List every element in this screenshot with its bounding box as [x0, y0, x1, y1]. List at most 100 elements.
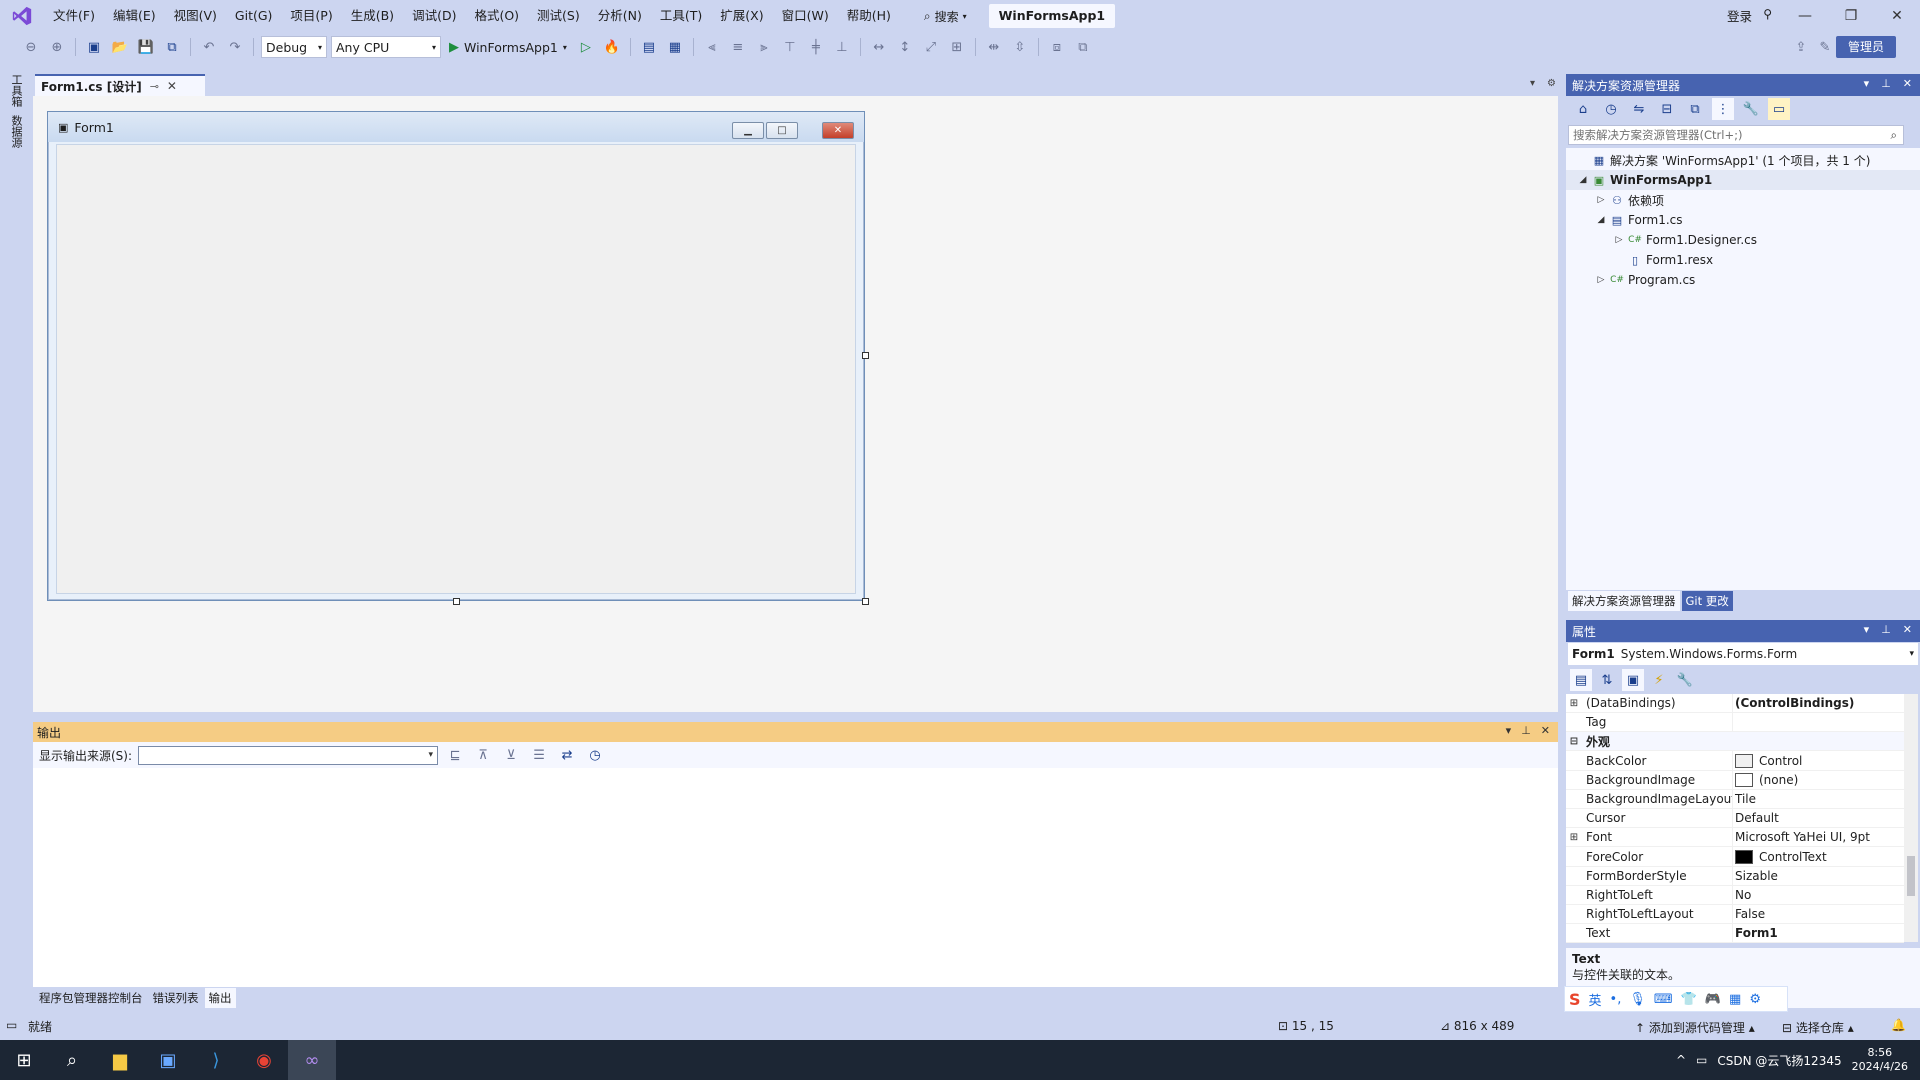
scrollbar-thumb[interactable] [1907, 856, 1915, 896]
toolbox-tab[interactable]: 工具箱 [8, 74, 24, 107]
tree-item[interactable]: ▷ C# Program.cs [1566, 270, 1920, 290]
sogou-logo-icon[interactable]: S [1569, 990, 1581, 1009]
pending-changes-icon[interactable]: ◷ [1600, 98, 1622, 120]
menu-item[interactable]: 帮助(H) [838, 0, 900, 32]
menu-item[interactable]: 窗口(W) [773, 0, 838, 32]
tree-item[interactable]: ▷ C# Form1.Designer.cs [1566, 230, 1920, 250]
property-value-cell[interactable]: Control [1732, 751, 1904, 771]
close-button[interactable]: ✕ [1874, 0, 1920, 32]
menu-item[interactable]: 文件(F) [44, 0, 104, 32]
collapse-all-icon[interactable]: ⊟ [1656, 98, 1678, 120]
size-to-grid-icon[interactable]: ⊞ [946, 36, 968, 58]
back-icon[interactable]: ⊖ [20, 36, 42, 58]
account-icon[interactable]: ⚲ [1763, 7, 1772, 21]
align-tops-icon[interactable]: ⊤ [779, 36, 801, 58]
start-debugging-button[interactable]: ▶ WinFormsApp1 ▾ [445, 40, 571, 55]
align-centers-icon[interactable]: ≡ [727, 36, 749, 58]
file-explorer-icon[interactable]: ▆ [96, 1040, 144, 1080]
menu-item[interactable]: 工具(T) [651, 0, 711, 32]
minimize-button[interactable]: — [1782, 0, 1828, 32]
save-icon[interactable]: 💾 [135, 36, 157, 58]
expand-toggle-icon[interactable]: ◢ [1576, 175, 1590, 185]
gear-icon[interactable]: ⚙ [1547, 78, 1556, 89]
property-row[interactable]: RightToLeftLayout False [1566, 904, 1904, 925]
find-message-icon[interactable]: ⊑ [444, 744, 466, 766]
save-all-icon[interactable]: ⧉ [161, 36, 183, 58]
pin-icon[interactable]: ⊥ [1881, 77, 1891, 90]
tab-output[interactable]: 输出 [204, 988, 236, 1008]
property-value-cell[interactable]: Form1 [1732, 923, 1904, 943]
expand-toggle-icon[interactable]: ⊟ [1566, 736, 1582, 747]
align-middles-icon[interactable]: ╪ [805, 36, 827, 58]
close-icon[interactable]: ✕ [167, 79, 177, 93]
vscode-icon[interactable]: ⟩ [192, 1040, 240, 1080]
property-category[interactable]: ⊟ 外观 [1566, 732, 1904, 752]
browse-icon[interactable]: ▤ [638, 36, 660, 58]
view-switch-icon[interactable]: ⋮ [1712, 98, 1734, 120]
resize-handle-right[interactable] [862, 352, 869, 359]
menu-item[interactable]: 编辑(E) [104, 0, 165, 32]
undo-icon[interactable]: ↶ [198, 36, 220, 58]
property-row[interactable]: ⊞ Font Microsoft YaHei UI, 9pt [1566, 827, 1904, 848]
sync-icon[interactable]: ⇋ [1628, 98, 1650, 120]
next-message-icon[interactable]: ⊻ [500, 744, 522, 766]
visual-studio-logo-icon[interactable] [0, 0, 44, 32]
apps-grid-icon[interactable]: ▦ [1729, 992, 1741, 1007]
expand-toggle-icon[interactable]: ⊞ [1566, 832, 1582, 843]
menu-item[interactable]: 生成(B) [342, 0, 403, 32]
menu-item[interactable]: 扩展(X) [711, 0, 772, 32]
network-icon[interactable]: ▭ [1696, 1053, 1707, 1067]
configuration-select[interactable]: Debug ▾ [261, 36, 327, 58]
home-icon[interactable]: ⌂ [1572, 98, 1594, 120]
properties-wrench-icon[interactable]: 🔧 [1740, 98, 1762, 120]
skin-icon[interactable]: 👕 [1681, 992, 1697, 1007]
tree-item[interactable]: ▷ ⚇ 依赖项 [1566, 190, 1920, 210]
dropdown-icon[interactable]: ▾ [1864, 77, 1870, 90]
feedback-icon[interactable]: ✎ [1814, 36, 1836, 58]
bring-to-front-icon[interactable]: ⧈ [1046, 36, 1068, 58]
tab-form1-designer[interactable]: Form1.cs [设计] ⊸ ✕ [35, 74, 205, 96]
previous-message-icon[interactable]: ⊼ [472, 744, 494, 766]
tab-git-changes[interactable]: Git 更改 [1681, 591, 1733, 611]
tab-error-list[interactable]: 错误列表 [149, 988, 203, 1008]
property-row[interactable]: BackColor Control [1566, 751, 1904, 771]
make-same-height-icon[interactable]: ↕ [894, 36, 916, 58]
object-selector[interactable]: Form1 System.Windows.Forms.Form ▾ [1568, 643, 1918, 665]
menu-item[interactable]: 调试(D) [403, 0, 465, 32]
property-pages-wrench-icon[interactable]: 🔧 [1674, 669, 1696, 691]
open-file-icon[interactable]: 📂 [109, 36, 131, 58]
app-icon[interactable]: ▣ [144, 1040, 192, 1080]
tree-item[interactable]: ◢ ▣ WinFormsApp1 [1566, 170, 1920, 190]
new-project-icon[interactable]: ▣ [83, 36, 105, 58]
align-rights-icon[interactable]: ⫸ [753, 36, 775, 58]
align-lefts-icon[interactable]: ⫷ [701, 36, 723, 58]
property-value-cell[interactable]: (ControlBindings) [1732, 693, 1904, 713]
search-button[interactable]: ⌕ 搜索 ▾ [916, 4, 975, 28]
start-without-debugging-icon[interactable]: ▷ [575, 36, 597, 58]
property-row[interactable]: RightToLeft No [1566, 885, 1904, 905]
menu-item[interactable]: 格式(O) [465, 0, 528, 32]
make-same-size-icon[interactable]: ⤢ [920, 36, 942, 58]
show-all-files-icon[interactable]: ⧉ [1684, 98, 1706, 120]
expand-toggle-icon[interactable]: ▷ [1594, 195, 1608, 205]
close-icon[interactable]: ✕ [1541, 724, 1550, 737]
send-to-back-icon[interactable]: ⧉ [1072, 36, 1094, 58]
property-value-cell[interactable]: Sizable [1732, 866, 1904, 886]
property-row[interactable]: ForeColor ControlText [1566, 847, 1904, 867]
settings-icon[interactable]: ⚙ [1749, 992, 1761, 1007]
property-value-cell[interactable]: Default [1732, 808, 1904, 828]
menu-item[interactable]: 测试(S) [528, 0, 589, 32]
form-client-area[interactable] [56, 144, 856, 594]
property-value-cell[interactable]: (none) [1732, 770, 1904, 790]
property-row[interactable]: Cursor Default [1566, 808, 1904, 829]
tab-solution-explorer[interactable]: 解决方案资源管理器 [1568, 591, 1680, 611]
notifications-bell-icon[interactable]: 🔔 [1891, 1018, 1906, 1032]
close-icon[interactable]: ✕ [1903, 623, 1912, 636]
expand-toggle-icon[interactable]: ⊞ [1566, 698, 1582, 709]
visual-studio-icon[interactable]: ∞ [288, 1040, 336, 1080]
alphabetical-icon[interactable]: ⇅ [1596, 669, 1618, 691]
data-sources-tab[interactable]: 数据源 [8, 115, 24, 148]
events-lightning-icon[interactable]: ⚡ [1648, 669, 1670, 691]
resize-handle-bottom[interactable] [453, 598, 460, 605]
output-source-select[interactable]: ▾ [138, 745, 439, 765]
